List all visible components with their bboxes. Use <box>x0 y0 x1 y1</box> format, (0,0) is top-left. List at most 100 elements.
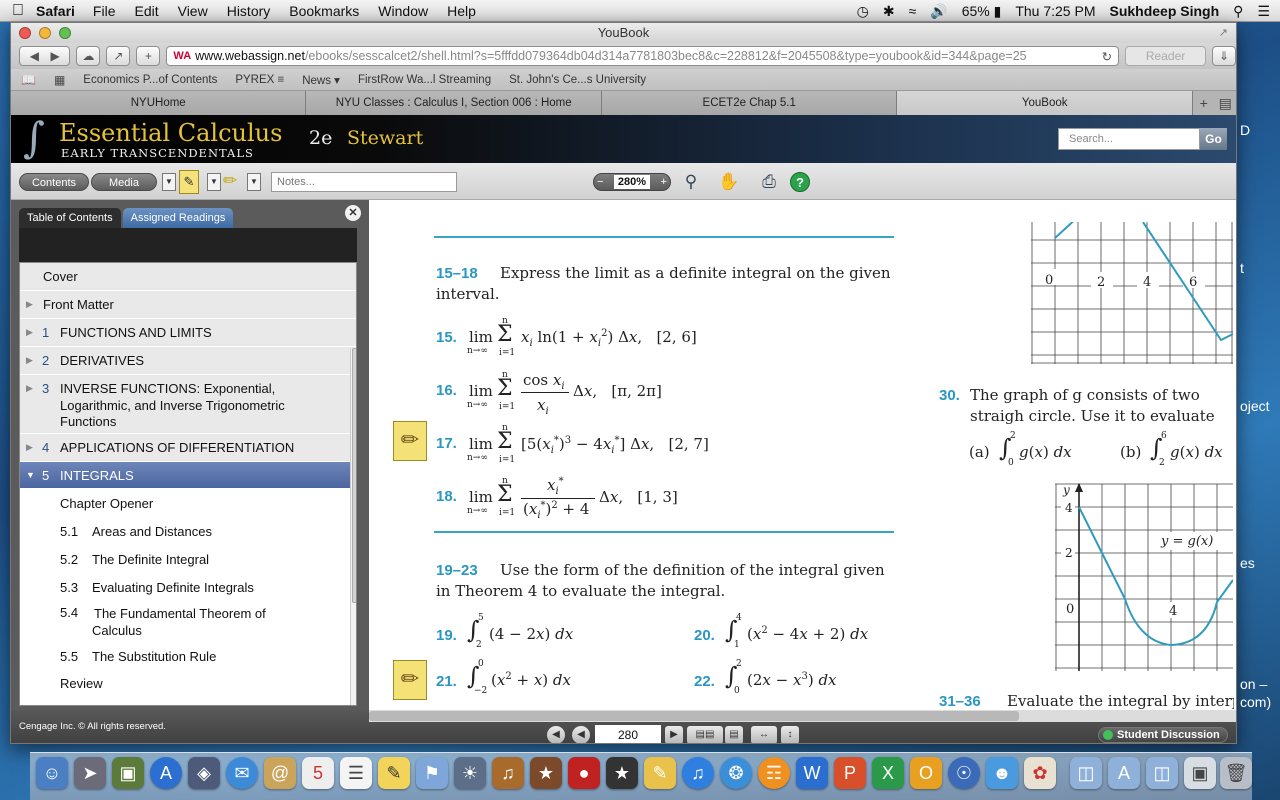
expand-arrow-icon[interactable]: ▶ <box>26 442 33 453</box>
finder-icon[interactable]: ☺ <box>36 757 68 789</box>
expand-arrow-icon[interactable]: ▶ <box>26 383 33 394</box>
student-discussion-button[interactable]: Student Discussion <box>1098 727 1228 743</box>
stickies-icon[interactable]: ✎ <box>378 757 410 789</box>
trash-icon[interactable]: 🗑 <box>1220 757 1252 789</box>
reading-list-icon[interactable]: 📖 <box>21 73 36 87</box>
zoom-out-icon[interactable]: − <box>597 174 603 190</box>
toc-item-cover[interactable]: Cover <box>20 263 356 291</box>
magnify-icon[interactable]: ⚲ <box>679 171 703 193</box>
messages-icon[interactable]: ✉ <box>226 757 258 789</box>
calendar-icon[interactable]: 5 <box>302 757 334 789</box>
app-store-icon[interactable]: A <box>150 757 182 789</box>
battery-status[interactable]: 65% ▮ <box>962 3 1002 20</box>
back-forward-buttons[interactable]: ◀ ▶ <box>19 46 71 66</box>
menu-app-safari[interactable]: Safari <box>36 3 75 19</box>
toc-item-chapter-1[interactable]: ▶ 1 FUNCTIONS AND LIMITS <box>20 319 356 347</box>
volume-icon[interactable]: 🔊 <box>930 3 947 20</box>
share-button[interactable]: ↗ <box>106 46 131 66</box>
bookmark-item[interactable]: FirstRow Wa...l Streaming <box>358 74 491 86</box>
excel-icon[interactable]: X <box>872 757 904 789</box>
tab-nyuhome[interactable]: NYUHome <box>11 91 307 115</box>
bookmark-item[interactable]: St. John's Ce...s University <box>509 74 646 86</box>
toc-subitem-5-2[interactable]: 5.2 The Definite Integral <box>20 545 356 573</box>
time-machine-icon[interactable]: ◷ <box>857 3 869 20</box>
tab-youbook[interactable]: YouBook <box>897 91 1193 115</box>
preview-icon[interactable]: ◈ <box>188 757 220 789</box>
forward-icon[interactable]: ▶ <box>50 49 59 63</box>
toc-subitem-5-3[interactable]: 5.3 Evaluating Definite Integrals <box>20 573 356 601</box>
imovie-icon[interactable]: ★ <box>530 757 562 789</box>
contents-button[interactable]: Contents <box>19 173 89 191</box>
menu-view[interactable]: View <box>178 3 208 19</box>
bookmark-item[interactable]: News ▾ <box>302 73 340 87</box>
messenger-icon[interactable]: ☻ <box>986 757 1018 789</box>
toc-scroll-thumb[interactable] <box>352 348 356 603</box>
toc-subitem-5-1[interactable]: 5.1 Areas and Distances <box>20 517 356 545</box>
globe-icon[interactable]: ☉ <box>948 757 980 789</box>
garageband-icon[interactable]: ♫ <box>492 757 524 789</box>
first-page-button[interactable]: ◀ <box>547 726 565 743</box>
toc-subitem-5-5[interactable]: 5.5 The Substitution Rule <box>20 644 356 671</box>
help-button[interactable]: ? <box>790 172 810 192</box>
safari-icon[interactable]: ❂ <box>720 757 752 789</box>
fit-width-icon[interactable]: ↔ <box>751 726 777 743</box>
expand-arrow-icon[interactable]: ▶ <box>26 299 33 310</box>
expand-arrow-icon[interactable]: ▶ <box>26 355 33 366</box>
prev-page-button[interactable]: ◀ <box>572 726 590 743</box>
pencil-dropdown[interactable]: ▼ <box>207 173 221 191</box>
single-page-view-icon[interactable]: ▤ <box>725 726 743 743</box>
fit-page-icon[interactable]: ↕ <box>781 726 799 743</box>
toc-item-chapter-5[interactable]: ▼ 5 INTEGRALS <box>20 462 356 489</box>
zoom-window-button[interactable] <box>59 27 71 39</box>
iphoto-icon[interactable]: ☀ <box>454 757 486 789</box>
toc-item-chapter-4[interactable]: ▶ 4 APPLICATIONS OF DIFFERENTIATION <box>20 434 356 462</box>
print-icon[interactable]: ⎙ <box>757 171 781 193</box>
toc-subitem-5-4[interactable]: 5.4 The Fundamental Theorem of Calculus <box>20 601 356 644</box>
reader-button[interactable]: Reader <box>1125 46 1206 66</box>
paint-icon[interactable]: ✿ <box>1024 757 1056 789</box>
toc-item-chapter-3[interactable]: ▶ 3 INVERSE FUNCTIONS: Exponential, Loga… <box>20 375 356 434</box>
powerpoint-icon[interactable]: P <box>834 757 866 789</box>
next-page-button[interactable]: ▶ <box>665 726 683 743</box>
fullscreen-icon[interactable]: ↗ <box>1219 23 1228 43</box>
notes-input[interactable]: Notes... <box>271 172 457 192</box>
icloud-tabs-button[interactable]: ☁ <box>76 46 101 66</box>
toc-subitem-chapter-opener[interactable]: Chapter Opener <box>20 489 356 517</box>
new-tab-button[interactable]: + <box>136 46 161 66</box>
menu-history[interactable]: History <box>227 3 271 19</box>
bluetooth-icon[interactable]: ✱ <box>883 3 895 20</box>
maps-icon[interactable]: ⚑ <box>416 757 448 789</box>
bookmark-item[interactable]: Economics P...of Contents <box>83 74 217 86</box>
launchpad-icon[interactable]: ➤ <box>74 757 106 789</box>
clock[interactable]: Thu 7:25 PM <box>1015 3 1095 19</box>
address-bar[interactable]: WA www.webassign.net/ebooks/sesscalcet2/… <box>166 46 1120 66</box>
tab-overview-button[interactable]: ▤ <box>1214 91 1236 115</box>
menu-window[interactable]: Window <box>378 3 428 19</box>
two-page-view-icon[interactable]: ▤▤ <box>687 726 723 743</box>
documents-folder-icon[interactable]: ◫ <box>1146 757 1178 789</box>
highlighter-dropdown[interactable]: ▼ <box>162 173 176 191</box>
menu-file[interactable]: File <box>93 3 116 19</box>
pan-hand-icon[interactable]: ✋ <box>717 171 741 193</box>
note-pencil-icon[interactable]: ✏ <box>393 660 427 700</box>
note-pencil-icon[interactable]: ✏ <box>393 421 427 461</box>
minimize-window-button[interactable] <box>39 27 51 39</box>
reload-icon[interactable]: ↻ <box>1102 49 1112 64</box>
page-number-input[interactable]: 280 <box>595 725 661 743</box>
notes-dropdown[interactable]: ▼ <box>247 173 261 191</box>
note-pencil-icon[interactable]: ✎ <box>179 170 199 194</box>
ibooks-icon[interactable]: ☶ <box>758 757 790 789</box>
word-icon[interactable]: W <box>796 757 828 789</box>
tab-nyu-classes[interactable]: NYU Classes : Calculus I, Section 006 : … <box>306 91 602 115</box>
media-button[interactable]: Media <box>91 173 157 191</box>
wifi-icon[interactable]: ≈ <box>909 3 917 19</box>
contacts-icon[interactable]: @ <box>264 757 296 789</box>
collapse-arrow-icon[interactable]: ▼ <box>26 470 35 480</box>
applications-folder-icon[interactable]: A <box>1108 757 1140 789</box>
search-go-button[interactable]: Go <box>1200 128 1227 150</box>
close-window-button[interactable] <box>19 27 31 39</box>
expand-arrow-icon[interactable]: ▶ <box>26 327 33 338</box>
back-icon[interactable]: ◀ <box>30 49 39 63</box>
toc-item-front-matter[interactable]: ▶ Front Matter <box>20 291 356 319</box>
downloads-folder-icon[interactable]: ◫ <box>1070 757 1102 789</box>
